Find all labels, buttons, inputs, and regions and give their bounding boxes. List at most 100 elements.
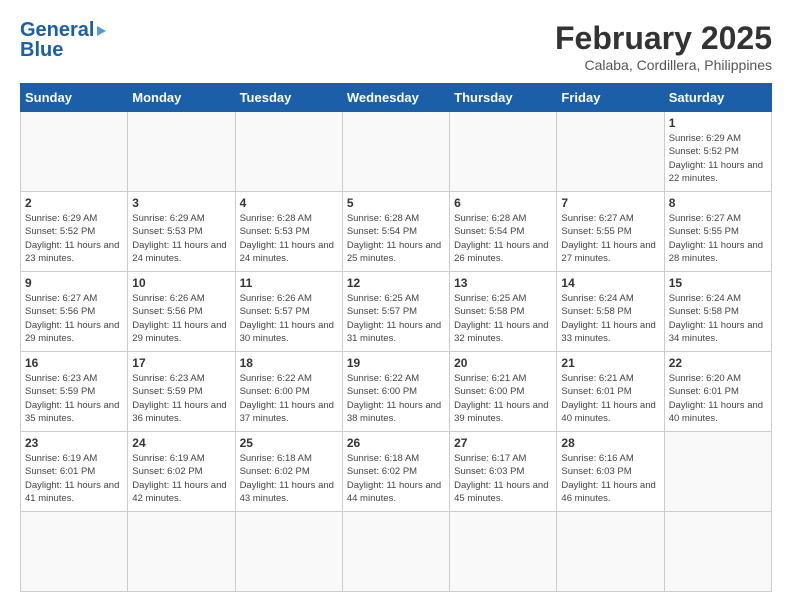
day-number: 4 — [240, 196, 338, 210]
table-row: 10 Sunrise: 6:26 AMSunset: 5:56 PMDaylig… — [128, 272, 235, 352]
day-info: Sunrise: 6:21 AMSunset: 6:01 PMDaylight:… — [561, 372, 659, 425]
empty-cell — [235, 112, 342, 192]
day-info: Sunrise: 6:26 AMSunset: 5:56 PMDaylight:… — [132, 292, 230, 345]
day-number: 18 — [240, 356, 338, 370]
empty-cell — [342, 512, 449, 592]
table-row: 9 Sunrise: 6:27 AMSunset: 5:56 PMDayligh… — [21, 272, 128, 352]
day-info: Sunrise: 6:18 AMSunset: 6:02 PMDaylight:… — [240, 452, 338, 505]
table-row: 18 Sunrise: 6:22 AMSunset: 6:00 PMDaylig… — [235, 352, 342, 432]
table-row: 24 Sunrise: 6:19 AMSunset: 6:02 PMDaylig… — [128, 432, 235, 512]
calendar-header-row: Sunday Monday Tuesday Wednesday Thursday… — [21, 84, 772, 112]
day-number: 16 — [25, 356, 123, 370]
day-number: 15 — [669, 276, 767, 290]
calendar-row: 16 Sunrise: 6:23 AMSunset: 5:59 PMDaylig… — [21, 352, 772, 432]
header-sunday: Sunday — [21, 84, 128, 112]
table-row: 16 Sunrise: 6:23 AMSunset: 5:59 PMDaylig… — [21, 352, 128, 432]
empty-cell — [557, 512, 664, 592]
day-number: 7 — [561, 196, 659, 210]
empty-cell — [128, 112, 235, 192]
empty-cell — [21, 512, 128, 592]
day-number: 20 — [454, 356, 552, 370]
table-row: 14 Sunrise: 6:24 AMSunset: 5:58 PMDaylig… — [557, 272, 664, 352]
day-info: Sunrise: 6:16 AMSunset: 6:03 PMDaylight:… — [561, 452, 659, 505]
day-number: 17 — [132, 356, 230, 370]
table-row: 12 Sunrise: 6:25 AMSunset: 5:57 PMDaylig… — [342, 272, 449, 352]
title-area: February 2025 Calaba, Cordillera, Philip… — [555, 20, 772, 73]
day-info: Sunrise: 6:23 AMSunset: 5:59 PMDaylight:… — [25, 372, 123, 425]
table-row: 13 Sunrise: 6:25 AMSunset: 5:58 PMDaylig… — [450, 272, 557, 352]
day-number: 10 — [132, 276, 230, 290]
table-row: 11 Sunrise: 6:26 AMSunset: 5:57 PMDaylig… — [235, 272, 342, 352]
table-row: 8 Sunrise: 6:27 AMSunset: 5:55 PMDayligh… — [664, 192, 771, 272]
table-row: 6 Sunrise: 6:28 AMSunset: 5:54 PMDayligh… — [450, 192, 557, 272]
day-number: 19 — [347, 356, 445, 370]
empty-cell — [450, 112, 557, 192]
header-saturday: Saturday — [664, 84, 771, 112]
table-row: 1 Sunrise: 6:29 AMSunset: 5:52 PMDayligh… — [664, 112, 771, 192]
table-row: 27 Sunrise: 6:17 AMSunset: 6:03 PMDaylig… — [450, 432, 557, 512]
calendar-row: 23 Sunrise: 6:19 AMSunset: 6:01 PMDaylig… — [21, 432, 772, 512]
header-wednesday: Wednesday — [342, 84, 449, 112]
day-info: Sunrise: 6:17 AMSunset: 6:03 PMDaylight:… — [454, 452, 552, 505]
empty-cell — [235, 512, 342, 592]
day-number: 28 — [561, 436, 659, 450]
empty-cell — [450, 512, 557, 592]
table-row: 21 Sunrise: 6:21 AMSunset: 6:01 PMDaylig… — [557, 352, 664, 432]
page-title: February 2025 — [555, 20, 772, 57]
day-number: 1 — [669, 116, 767, 130]
day-info: Sunrise: 6:22 AMSunset: 6:00 PMDaylight:… — [347, 372, 445, 425]
day-info: Sunrise: 6:23 AMSunset: 5:59 PMDaylight:… — [132, 372, 230, 425]
day-number: 9 — [25, 276, 123, 290]
calendar-row: 1 Sunrise: 6:29 AMSunset: 5:52 PMDayligh… — [21, 112, 772, 192]
day-number: 6 — [454, 196, 552, 210]
day-info: Sunrise: 6:26 AMSunset: 5:57 PMDaylight:… — [240, 292, 338, 345]
table-row: 26 Sunrise: 6:18 AMSunset: 6:02 PMDaylig… — [342, 432, 449, 512]
day-number: 26 — [347, 436, 445, 450]
empty-cell — [21, 112, 128, 192]
day-info: Sunrise: 6:27 AMSunset: 5:55 PMDaylight:… — [561, 212, 659, 265]
table-row: 28 Sunrise: 6:16 AMSunset: 6:03 PMDaylig… — [557, 432, 664, 512]
day-number: 22 — [669, 356, 767, 370]
table-row: 15 Sunrise: 6:24 AMSunset: 5:58 PMDaylig… — [664, 272, 771, 352]
logo-blue: Blue — [20, 40, 106, 60]
logo-arrow-icon — [97, 26, 106, 36]
page-header: General Blue February 2025 Calaba, Cordi… — [20, 20, 772, 73]
calendar-row: 9 Sunrise: 6:27 AMSunset: 5:56 PMDayligh… — [21, 272, 772, 352]
day-info: Sunrise: 6:29 AMSunset: 5:53 PMDaylight:… — [132, 212, 230, 265]
empty-cell — [342, 112, 449, 192]
logo: General Blue — [20, 20, 106, 60]
table-row: 23 Sunrise: 6:19 AMSunset: 6:01 PMDaylig… — [21, 432, 128, 512]
day-info: Sunrise: 6:21 AMSunset: 6:00 PMDaylight:… — [454, 372, 552, 425]
day-number: 25 — [240, 436, 338, 450]
table-row: 20 Sunrise: 6:21 AMSunset: 6:00 PMDaylig… — [450, 352, 557, 432]
day-number: 3 — [132, 196, 230, 210]
day-info: Sunrise: 6:28 AMSunset: 5:54 PMDaylight:… — [454, 212, 552, 265]
empty-cell — [557, 112, 664, 192]
day-number: 13 — [454, 276, 552, 290]
table-row: 17 Sunrise: 6:23 AMSunset: 5:59 PMDaylig… — [128, 352, 235, 432]
table-row: 22 Sunrise: 6:20 AMSunset: 6:01 PMDaylig… — [664, 352, 771, 432]
day-number: 2 — [25, 196, 123, 210]
calendar-table: Sunday Monday Tuesday Wednesday Thursday… — [20, 83, 772, 592]
day-number: 21 — [561, 356, 659, 370]
empty-cell — [664, 432, 771, 512]
day-number: 12 — [347, 276, 445, 290]
day-number: 14 — [561, 276, 659, 290]
day-number: 8 — [669, 196, 767, 210]
table-row: 7 Sunrise: 6:27 AMSunset: 5:55 PMDayligh… — [557, 192, 664, 272]
day-info: Sunrise: 6:29 AMSunset: 5:52 PMDaylight:… — [25, 212, 123, 265]
day-info: Sunrise: 6:27 AMSunset: 5:55 PMDaylight:… — [669, 212, 767, 265]
logo-general: General — [20, 20, 106, 40]
day-info: Sunrise: 6:29 AMSunset: 5:52 PMDaylight:… — [669, 132, 767, 185]
day-info: Sunrise: 6:19 AMSunset: 6:02 PMDaylight:… — [132, 452, 230, 505]
empty-cell — [664, 512, 771, 592]
day-info: Sunrise: 6:25 AMSunset: 5:57 PMDaylight:… — [347, 292, 445, 345]
day-number: 11 — [240, 276, 338, 290]
day-info: Sunrise: 6:28 AMSunset: 5:53 PMDaylight:… — [240, 212, 338, 265]
day-number: 27 — [454, 436, 552, 450]
table-row: 5 Sunrise: 6:28 AMSunset: 5:54 PMDayligh… — [342, 192, 449, 272]
header-thursday: Thursday — [450, 84, 557, 112]
header-monday: Monday — [128, 84, 235, 112]
day-info: Sunrise: 6:25 AMSunset: 5:58 PMDaylight:… — [454, 292, 552, 345]
day-info: Sunrise: 6:19 AMSunset: 6:01 PMDaylight:… — [25, 452, 123, 505]
